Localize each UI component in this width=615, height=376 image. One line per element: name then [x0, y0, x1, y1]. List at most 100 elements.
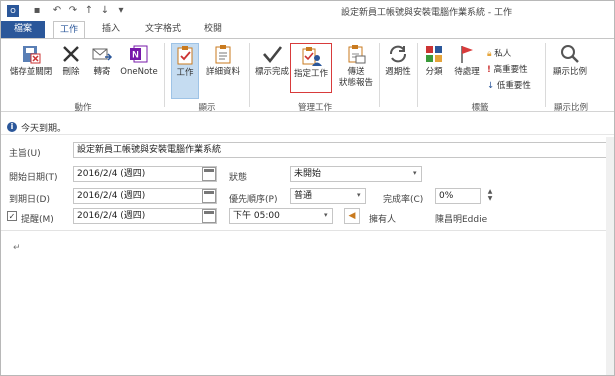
- arrow-up-icon[interactable]: ↑: [83, 5, 95, 17]
- task-clipboard-icon: [177, 46, 193, 65]
- save-icon[interactable]: ▪: [31, 5, 43, 17]
- chevron-down-icon[interactable]: ▾: [413, 169, 417, 177]
- categorize-icon: [426, 46, 442, 62]
- redo-icon[interactable]: ↷: [67, 5, 79, 17]
- percent-complete-label: 完成率(C): [383, 195, 424, 205]
- tab-format-text[interactable]: 文字格式: [135, 21, 191, 38]
- mark-complete-label: 標示完成: [254, 67, 289, 77]
- mark-complete-button[interactable]: 標示完成: [253, 43, 291, 78]
- tab-file[interactable]: 檔案: [1, 21, 45, 38]
- send-status-label-2: 狀態報告: [338, 78, 373, 88]
- window-title: 設定新員工帳號與安裝電腦作業系統 - 工作: [341, 8, 512, 18]
- private-button[interactable]: 🔒︎ 私人: [487, 47, 511, 59]
- ribbon-separator: [545, 43, 546, 107]
- high-importance-label: 高重要性: [493, 65, 528, 75]
- tab-insert[interactable]: 插入: [95, 21, 127, 38]
- forward-label: 轉寄: [93, 67, 111, 77]
- save-and-close-button[interactable]: 儲存並關閉: [5, 43, 57, 78]
- categorize-button[interactable]: 分類: [419, 43, 449, 78]
- info-text: 今天到期。: [21, 124, 67, 134]
- delete-button[interactable]: 刪除: [57, 43, 85, 78]
- tab-review[interactable]: 校閱: [197, 21, 229, 38]
- undo-icon[interactable]: ↶: [51, 5, 63, 17]
- recurrence-label: 週期性: [385, 67, 411, 77]
- task-view-label: 工作: [176, 68, 194, 78]
- group-tags-label: 標籤: [471, 103, 489, 113]
- assign-task-button[interactable]: 指定工作: [290, 43, 332, 93]
- ribbon-separator: [249, 43, 250, 107]
- spinner-icon[interactable]: ▲ ▼: [485, 188, 495, 204]
- onenote-button[interactable]: N OneNote: [117, 43, 161, 78]
- checkmark-icon: [263, 46, 283, 64]
- forward-button[interactable]: 轉寄: [87, 43, 117, 78]
- outlook-logo-icon: O: [7, 5, 19, 17]
- calendar-icon[interactable]: [202, 209, 216, 223]
- owner-label: 擁有人: [369, 215, 397, 225]
- reminder-label: 提醒(M): [21, 215, 54, 225]
- lock-icon: 🔒︎: [487, 49, 492, 59]
- details-label: 詳細資料: [205, 67, 240, 77]
- vertical-scrollbar[interactable]: [606, 137, 614, 375]
- chevron-down-icon[interactable]: ▾: [324, 211, 328, 219]
- follow-up-button[interactable]: 待處理: [451, 43, 483, 78]
- priority-dropdown[interactable]: 普通: [290, 188, 366, 204]
- paragraph-mark: ↵: [13, 243, 21, 253]
- ribbon-separator: [417, 43, 418, 107]
- onenote-label: OneNote: [120, 67, 158, 77]
- task-view-button[interactable]: 工作: [171, 43, 199, 99]
- start-date-label: 開始日期(T): [9, 173, 58, 183]
- delete-label: 刪除: [62, 67, 80, 77]
- zoom-label: 顯示比例: [552, 67, 587, 77]
- ribbon-tabs: 檔案 工作 插入 文字格式 校閱: [1, 21, 614, 39]
- recurrence-button[interactable]: 週期性: [383, 43, 413, 78]
- chevron-down-icon[interactable]: ▾: [357, 191, 361, 199]
- tab-task[interactable]: 工作: [53, 21, 85, 39]
- reminder-time-dropdown[interactable]: 下午 05:00: [229, 208, 333, 224]
- owner-value: 陳昌明Eddie: [435, 215, 488, 225]
- status-dropdown[interactable]: 未開始: [290, 166, 422, 182]
- low-importance-button[interactable]: ↓ 低重要性: [487, 79, 531, 91]
- details-icon: [215, 45, 231, 64]
- group-actions-label: 動作: [74, 103, 92, 113]
- customize-qa-icon[interactable]: ▾: [115, 5, 127, 17]
- send-status-report-button[interactable]: 傳送 狀態報告: [335, 43, 377, 89]
- low-importance-label: 低重要性: [496, 81, 531, 91]
- task-body[interactable]: ↵: [1, 230, 614, 375]
- group-show-label: 顯示: [198, 103, 216, 113]
- percent-complete-field[interactable]: 0%: [435, 188, 481, 204]
- status-label: 狀態: [229, 173, 248, 183]
- svg-text:N: N: [132, 50, 139, 60]
- magnifier-icon: [561, 45, 579, 63]
- arrow-down-icon[interactable]: ↓: [99, 5, 111, 17]
- assign-task-label: 指定工作: [293, 69, 328, 79]
- priority-label: 優先順序(P): [229, 195, 278, 205]
- send-status-label-1: 傳送: [347, 67, 365, 77]
- onenote-icon: N: [130, 45, 148, 63]
- delete-icon: [63, 46, 79, 62]
- title-bar: O ▪ ↶ ↷ ↑ ↓ ▾ 設定新員工帳號與安裝電腦作業系統 - 工作: [1, 1, 614, 21]
- categorize-label: 分類: [425, 67, 443, 77]
- outlook-task-window: O ▪ ↶ ↷ ↑ ↓ ▾ 設定新員工帳號與安裝電腦作業系統 - 工作 檔案 工…: [0, 0, 615, 376]
- ribbon: 儲存並關閉 刪除 轉寄 N OneNote 動作 工作 詳細資料 顯示 標示完成…: [1, 38, 614, 113]
- start-date-field[interactable]: 2016/2/4 (週四): [73, 166, 217, 182]
- due-date-label: 到期日(D): [9, 195, 50, 205]
- calendar-icon[interactable]: [202, 189, 216, 203]
- details-button[interactable]: 詳細資料: [203, 43, 243, 78]
- exclamation-icon: !: [487, 65, 491, 75]
- recurrence-icon: [390, 45, 406, 63]
- zoom-button[interactable]: 顯示比例: [549, 43, 591, 78]
- status-report-icon: [348, 45, 366, 64]
- calendar-icon[interactable]: [202, 167, 216, 181]
- private-label: 私人: [494, 49, 512, 59]
- ribbon-separator: [164, 43, 165, 107]
- assign-task-icon: [302, 47, 322, 66]
- reminder-checkbox[interactable]: ✓: [7, 211, 17, 221]
- due-date-field[interactable]: 2016/2/4 (週四): [73, 188, 217, 204]
- forward-icon: [92, 48, 113, 61]
- speaker-icon[interactable]: ◀: [344, 208, 360, 224]
- subject-field[interactable]: 設定新員工帳號與安裝電腦作業系統: [73, 142, 608, 158]
- save-and-close-label: 儲存並關閉: [9, 67, 53, 77]
- flag-icon: [461, 46, 473, 63]
- high-importance-button[interactable]: ! 高重要性: [487, 63, 528, 75]
- reminder-date-field[interactable]: 2016/2/4 (週四): [73, 208, 217, 224]
